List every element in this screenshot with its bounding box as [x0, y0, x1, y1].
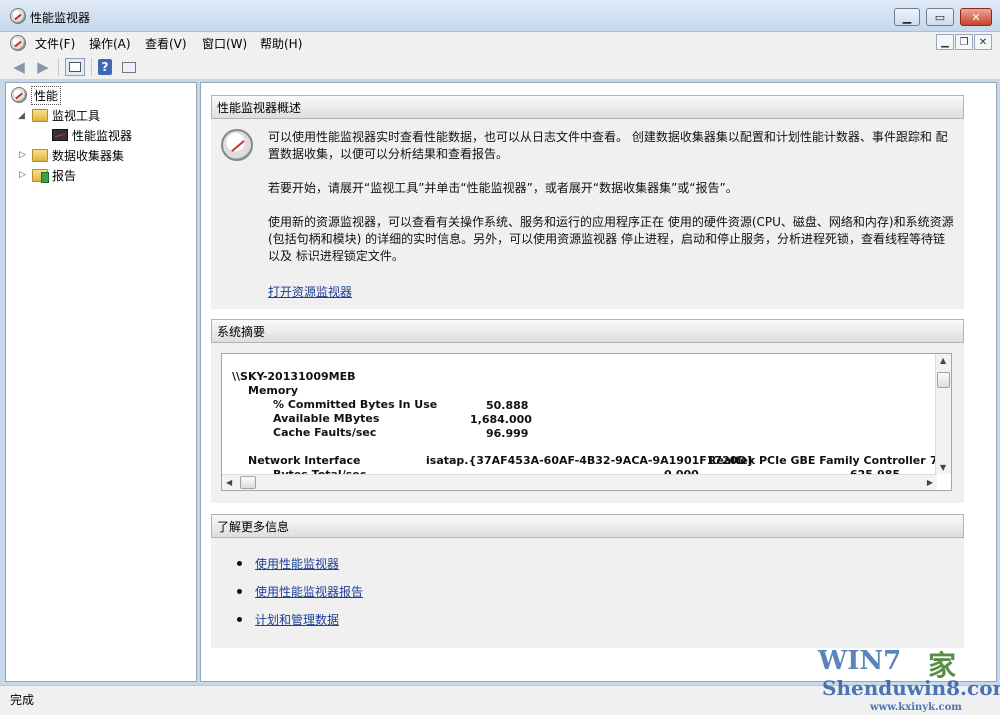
- counter-value: 50.888: [486, 399, 529, 412]
- show-hide-action-pane-icon[interactable]: [120, 58, 138, 76]
- computer-name: \\SKY-20131009MEB: [232, 370, 356, 383]
- scroll-left-arrow-icon[interactable]: ◀: [226, 478, 232, 487]
- learn-more-link[interactable]: 使用性能监视器报告: [255, 583, 363, 600]
- overview-paragraph-1-line-2: 置数据收集，以便可以分析结果和查看报告。: [268, 147, 509, 161]
- watermark-logo-text: WIN7: [818, 646, 902, 676]
- overview-paragraph-3-line-1: 使用新的资源监视器，可以查看有关操作系统、服务和运行的应用程序正在 使用的硬件资…: [268, 215, 954, 229]
- toolbar-separator: [58, 58, 59, 76]
- system-summary-list[interactable]: \\SKY-20131009MEB Memory % Committed Byt…: [221, 353, 952, 491]
- performance-monitor-app-icon: [10, 8, 26, 24]
- forward-arrow-icon[interactable]: ▶: [34, 58, 52, 76]
- expand-arrow-icon[interactable]: ▷: [19, 150, 26, 160]
- counter-name: Cache Faults/sec: [273, 426, 377, 439]
- tree-item-monitoring-tools[interactable]: 监视工具: [32, 106, 100, 124]
- learn-more-link[interactable]: 使用性能监视器: [255, 555, 339, 572]
- overview-paragraph-3-line-2: (包括句柄和模块) 的详细的实时信息。另外，可以使用资源监视器 停止进程，启动和…: [268, 232, 945, 246]
- mdi-close-button[interactable]: ✕: [974, 34, 992, 50]
- vertical-scrollbar[interactable]: ▲ ▼: [935, 354, 951, 474]
- tree-item-performance[interactable]: 性能: [11, 85, 62, 105]
- collapse-arrow-icon[interactable]: ◢: [18, 111, 25, 121]
- learn-more-link[interactable]: 计划和管理数据: [255, 611, 339, 628]
- bullet: [237, 589, 242, 594]
- watermark-url: www.kxinyk.com: [870, 702, 962, 713]
- network-interface-label: Network Interface: [248, 454, 361, 467]
- title-bar: 性能监视器 ▁ ▭ ✕: [0, 0, 1000, 32]
- maximize-button[interactable]: ▭: [926, 8, 954, 26]
- open-resource-monitor-link[interactable]: 打开资源监视器: [268, 283, 352, 300]
- help-icon[interactable]: ?: [98, 59, 112, 75]
- menu-view[interactable]: 查看(V): [143, 35, 189, 52]
- tree-item-label: 数据收集器集: [52, 148, 125, 163]
- status-text: 完成: [10, 693, 35, 707]
- counter-name: Available MBytes: [273, 412, 380, 425]
- performance-icon: [11, 87, 27, 103]
- tree-item-performance-monitor[interactable]: 性能监视器: [52, 126, 132, 144]
- data-collector-folder-icon: [32, 148, 48, 162]
- horizontal-scroll-thumb[interactable]: [240, 476, 256, 489]
- overview-header[interactable]: 性能监视器概述: [211, 95, 964, 119]
- menu-help[interactable]: 帮助(H): [258, 35, 304, 52]
- tree-item-label: 监视工具: [52, 108, 101, 123]
- tree-item-reports[interactable]: 报告: [32, 166, 76, 184]
- network-instance-isatap: isatap.{37AF453A-60AF-4B32-9ACA-9A1901F1…: [426, 454, 755, 467]
- content-pane: 性能监视器概述 可以使用性能监视器实时查看性能数据，也可以从日志文件中查看。 创…: [200, 82, 997, 682]
- scroll-down-arrow-icon[interactable]: ▼: [940, 463, 946, 472]
- overview-paragraph-2: 若要开始，请展开“监视工具”并单击“性能监视器”，或者展开“数据收集器集”或“报…: [268, 181, 738, 195]
- counter-value: 1,684.000: [470, 413, 532, 426]
- console-tree: 性能 ◢ 监视工具 性能监视器 ▷ 数据收集器集 ▷ 报告: [5, 82, 197, 682]
- overview-paragraph-3-line-3: 以及 标识进程锁定文件。: [268, 249, 404, 263]
- tree-item-label: 性能: [31, 85, 62, 105]
- horizontal-scrollbar[interactable]: ◀ ▶: [222, 474, 937, 490]
- performance-monitor-icon: [52, 129, 68, 141]
- tree-item-label: 性能监视器: [72, 128, 133, 143]
- counter-name: % Committed Bytes In Use: [273, 398, 438, 411]
- folder-icon: [32, 108, 48, 122]
- close-button[interactable]: ✕: [960, 8, 992, 26]
- scroll-right-arrow-icon[interactable]: ▶: [927, 478, 933, 487]
- overview-paragraph-1-line-1: 可以使用性能监视器实时查看性能数据，也可以从日志文件中查看。 创建数据收集器集以…: [268, 130, 948, 144]
- expand-arrow-icon[interactable]: ▷: [19, 170, 26, 180]
- summary-header[interactable]: 系统摘要: [211, 319, 964, 343]
- minimize-button[interactable]: ▁: [894, 8, 920, 26]
- scroll-up-arrow-icon[interactable]: ▲: [940, 356, 946, 365]
- tree-item-label: 报告: [52, 168, 77, 183]
- counter-value: 96.999: [486, 427, 529, 440]
- learn-more-header[interactable]: 了解更多信息: [211, 514, 964, 538]
- vertical-scroll-thumb[interactable]: [937, 372, 950, 388]
- watermark-site: Shenduwin8.com: [822, 676, 1000, 700]
- bullet: [237, 561, 242, 566]
- menu-bar: 文件(F) 操作(A) 查看(V) 窗口(W) 帮助(H) ▁ ❐ ✕: [0, 32, 1000, 54]
- toolbar-separator: [91, 58, 92, 76]
- back-arrow-icon[interactable]: ◀: [10, 58, 28, 76]
- reports-folder-icon: [32, 168, 49, 183]
- mdi-minimize-button[interactable]: ▁: [936, 34, 954, 50]
- memory-label: Memory: [248, 384, 299, 397]
- bullet: [237, 617, 242, 622]
- menu-action[interactable]: 操作(A): [87, 35, 133, 52]
- performance-overview-icon: [221, 129, 253, 161]
- mdi-restore-button[interactable]: ❐: [955, 34, 973, 50]
- tree-item-data-collector-sets[interactable]: 数据收集器集: [32, 146, 124, 164]
- menu-window[interactable]: 窗口(W): [200, 35, 249, 52]
- toolbar: ◀ ▶ ?: [0, 54, 1000, 80]
- network-instance-realtek: Realtek PCIe GBE Family Controller: [708, 454, 926, 467]
- show-hide-console-tree-icon[interactable]: [65, 58, 85, 76]
- menu-file[interactable]: 文件(F): [33, 35, 77, 52]
- mdi-app-icon[interactable]: [10, 35, 26, 51]
- window-title: 性能监视器: [30, 11, 91, 25]
